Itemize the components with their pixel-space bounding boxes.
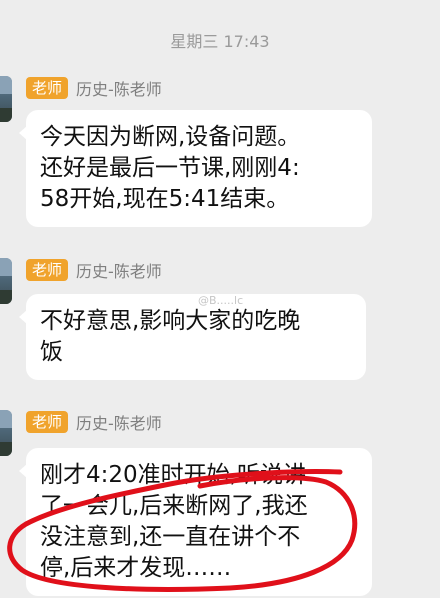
- message-line: 还好是最后一节课,刚刚4:: [40, 155, 300, 181]
- message-line: 58开始,现在5:41结束。: [40, 186, 290, 212]
- role-badge: 老师: [26, 259, 69, 281]
- message-bubble[interactable]: 今天因为断网,设备问题。 还好是最后一节课,刚刚4: 58开始,现在5:41结束…: [19, 110, 372, 227]
- message-line: 今天因为断网,设备问题。: [40, 124, 301, 150]
- message-line: 了一会儿,后来断网了,我还: [40, 493, 308, 519]
- teacher-avatar[interactable]: [0, 76, 12, 122]
- sender-name: 历史-陈老师: [76, 262, 162, 281]
- role-badge: 老师: [26, 77, 69, 99]
- sender-name: 历史-陈老师: [76, 414, 162, 433]
- message-line: 刚才4:20准时开始,听说讲: [40, 462, 306, 488]
- sender-row: 老师 历史-陈老师: [26, 410, 162, 434]
- message-bubble[interactable]: 刚才4:20准时开始,听说讲 了一会儿,后来断网了,我还 没注意到,还一直在讲个…: [19, 448, 372, 596]
- message-line: 没注意到,还一直在讲个不: [40, 524, 301, 550]
- message-bubble[interactable]: 不好意思,影响大家的吃晚 饭: [19, 294, 366, 380]
- message-line: 饭: [40, 339, 63, 365]
- teacher-avatar[interactable]: [0, 258, 12, 304]
- sender-row: 老师 历史-陈老师: [26, 76, 162, 100]
- message-line: 停,后来才发现……: [40, 555, 232, 581]
- chat-timestamp: 星期三 17:43: [170, 32, 270, 51]
- weibo-watermark: @B.....lc: [198, 294, 244, 307]
- sender-row: 老师 历史-陈老师: [26, 258, 162, 282]
- sender-name: 历史-陈老师: [76, 80, 162, 99]
- teacher-avatar[interactable]: [0, 410, 12, 456]
- message-line: 不好意思,影响大家的吃晚: [40, 308, 301, 334]
- role-badge: 老师: [26, 411, 69, 433]
